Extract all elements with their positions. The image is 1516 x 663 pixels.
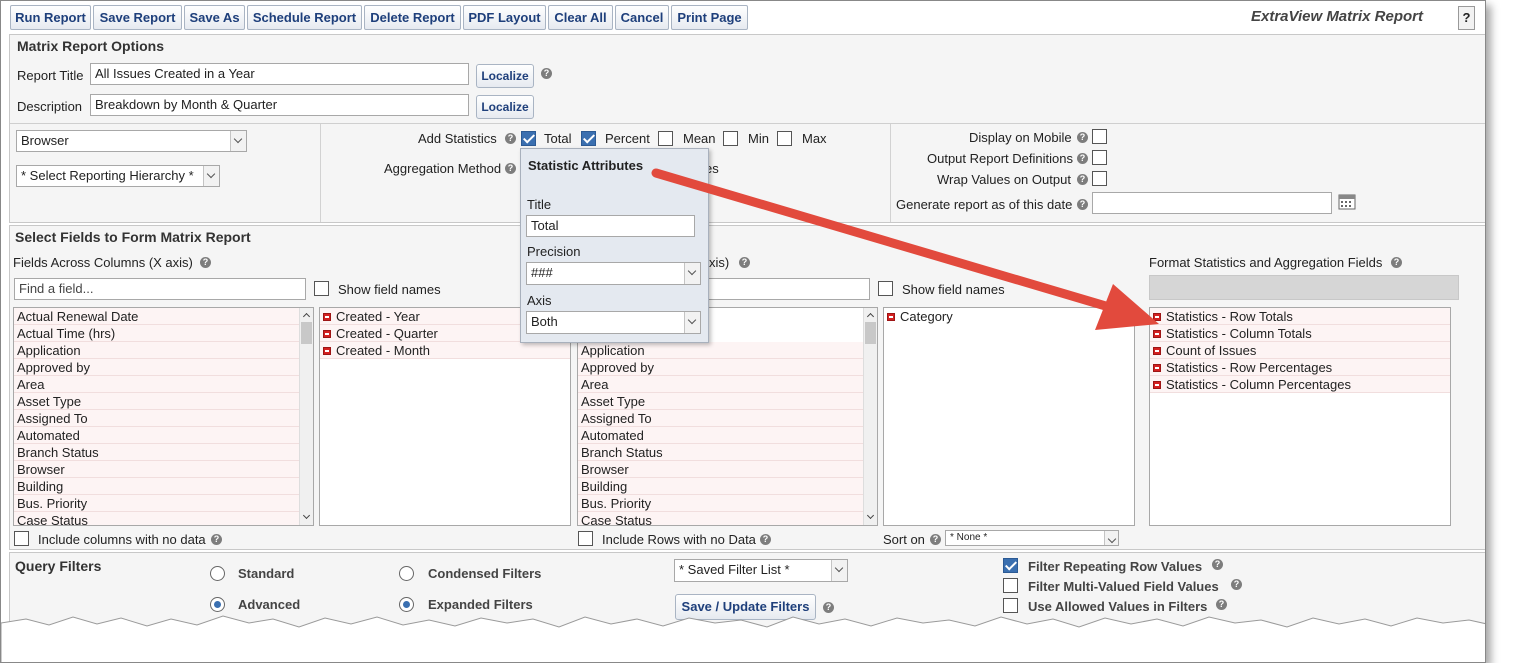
annotation-arrow	[651, 168, 1159, 330]
torn-edge	[1, 615, 1485, 662]
app-window: Run Report Save Report Save As Schedule …	[0, 0, 1486, 663]
